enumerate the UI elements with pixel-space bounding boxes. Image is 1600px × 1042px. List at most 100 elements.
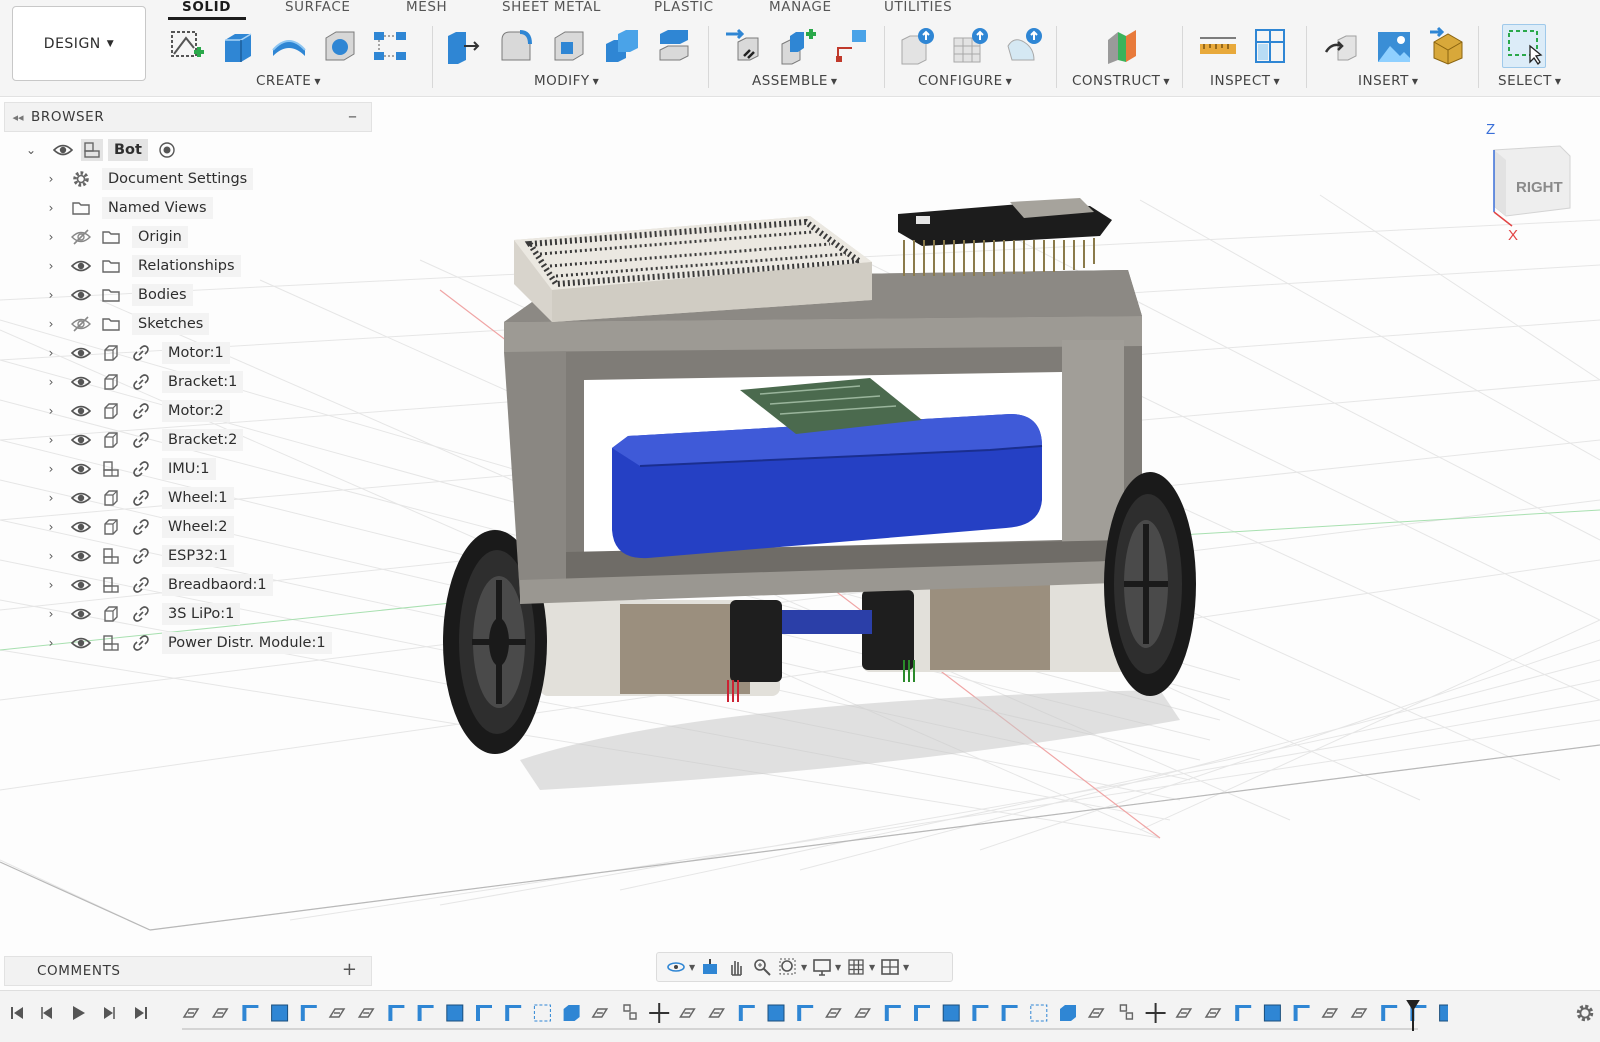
timeline-feature[interactable] [854,1008,871,1018]
eye-icon[interactable] [70,429,92,451]
chevron-right-icon[interactable]: › [44,433,58,447]
browser-root-row[interactable]: ⌄ Bot [4,137,372,163]
chevron-right-icon[interactable]: › [44,607,58,621]
timeline-feature[interactable] [708,1008,725,1018]
chevron-right-icon[interactable]: › [44,549,58,563]
go-to-end-icon[interactable] [130,1002,152,1024]
inspect-menu[interactable]: INSPECT ▼ [1210,73,1280,89]
timeline-feature[interactable] [182,1008,200,1018]
browser-item[interactable]: › Relationships [4,253,372,279]
tab-surface[interactable]: SURFACE [285,0,351,20]
timeline-feature[interactable] [1235,1005,1252,1021]
step-forward-icon[interactable] [98,1002,120,1024]
timeline-feature[interactable] [533,1004,551,1022]
eye-icon[interactable] [70,487,92,509]
timeline-feature[interactable] [211,1008,229,1018]
timeline-feature[interactable] [388,1005,405,1021]
shell-icon[interactable] [547,24,591,68]
chevron-right-icon[interactable]: › [44,317,58,331]
timeline-feature[interactable] [942,1004,960,1022]
chevron-right-icon[interactable]: › [44,346,58,360]
browser-item[interactable]: › Sketches [4,311,372,337]
chevron-right-icon[interactable]: › [44,201,58,215]
insert-menu[interactable]: INSERT ▼ [1358,73,1418,89]
browser-item[interactable]: › IMU:1 [4,456,372,482]
new-component-icon[interactable] [776,24,820,68]
timeline-feature[interactable] [914,1005,930,1021]
eye-icon[interactable] [70,342,92,364]
chevron-right-icon[interactable]: › [44,404,58,418]
eye-icon[interactable] [70,545,92,567]
timeline-feature[interactable] [738,1005,755,1021]
fit-icon[interactable] [775,955,801,979]
timeline-feature[interactable] [1175,1008,1193,1018]
revolve-icon[interactable] [267,24,311,68]
select-menu[interactable]: SELECT ▼ [1498,73,1561,89]
timeline-feature[interactable] [476,1005,492,1021]
timeline-feature[interactable] [884,1005,901,1021]
eye-icon[interactable] [70,632,92,654]
grid-icon[interactable] [843,955,869,979]
orbit-icon[interactable] [663,955,689,979]
timeline-feature[interactable] [972,1005,989,1021]
browser-item[interactable]: › Bracket:2 [4,427,372,453]
fillet-icon[interactable] [494,24,538,68]
chevron-right-icon[interactable]: › [44,259,58,273]
eye-icon[interactable] [70,603,92,625]
timeline-feature[interactable] [417,1005,434,1021]
configure-table-icon[interactable] [948,24,992,68]
chevron-down-icon[interactable]: ⌄ [24,143,38,157]
step-back-icon[interactable] [36,1002,58,1024]
add-comment-icon[interactable]: + [342,959,357,980]
browser-item[interactable]: › Wheel:1 [4,485,372,511]
minimize-icon[interactable]: – [348,106,357,127]
eye-icon[interactable] [70,458,92,480]
align-icon[interactable] [652,24,696,68]
extrude-icon[interactable] [215,24,259,68]
workspace-switcher[interactable]: DESIGN ▼ [12,6,146,81]
browser-item[interactable]: › Power Distr. Module:1 [4,630,372,656]
timeline-feature[interactable] [591,1008,609,1018]
chevron-right-icon[interactable]: › [44,636,58,650]
eye-hidden-icon[interactable] [70,313,92,335]
viewports-icon[interactable] [877,955,903,979]
timeline-feature[interactable] [505,1005,522,1021]
assemble-menu[interactable]: ASSEMBLE ▼ [752,73,838,89]
play-icon[interactable] [67,1002,89,1024]
eye-icon[interactable] [70,574,92,596]
eye-icon[interactable] [70,371,92,393]
browser-item[interactable]: › Bodies [4,282,372,308]
timeline-feature[interactable] [825,1008,842,1018]
chevron-down-icon[interactable]: ▼ [801,963,809,972]
chevron-right-icon[interactable]: › [44,230,58,244]
tab-manage[interactable]: MANAGE [769,0,832,20]
chevron-right-icon[interactable]: › [44,462,58,476]
timeline-feature[interactable] [1030,1004,1048,1022]
construct-menu[interactable]: CONSTRUCT ▼ [1072,73,1170,89]
timeline-track[interactable] [178,999,1448,1031]
interference-icon[interactable] [1248,24,1292,68]
chevron-right-icon[interactable]: › [44,520,58,534]
timeline-feature[interactable] [1060,1005,1076,1021]
tab-utilities[interactable]: UTILITIES [884,0,952,20]
collapse-panel-icon[interactable]: ◂◂ [5,111,31,124]
timeline-feature[interactable] [1381,1005,1398,1021]
chevron-right-icon[interactable]: › [44,375,58,389]
go-to-start-icon[interactable] [6,1002,28,1024]
timeline-feature[interactable] [1204,1008,1222,1018]
timeline-feature[interactable] [679,1008,696,1018]
configure-menu[interactable]: CONFIGURE ▼ [918,73,1012,89]
chevron-right-icon[interactable]: › [44,172,58,186]
timeline-feature[interactable] [1293,1005,1310,1021]
display-settings-icon[interactable] [809,955,835,979]
combine-icon[interactable] [600,24,644,68]
look-at-icon[interactable] [697,955,723,979]
gear-icon[interactable] [1574,1002,1598,1026]
activate-radio-icon[interactable] [156,139,178,161]
comments-panel[interactable]: COMMENTS + [4,956,372,986]
joint-icon[interactable] [722,24,766,68]
browser-item[interactable]: › Motor:2 [4,398,372,424]
pattern-icon[interactable] [368,24,412,68]
timeline-feature[interactable] [649,1003,670,1023]
timeline-feature[interactable] [1263,1004,1281,1022]
